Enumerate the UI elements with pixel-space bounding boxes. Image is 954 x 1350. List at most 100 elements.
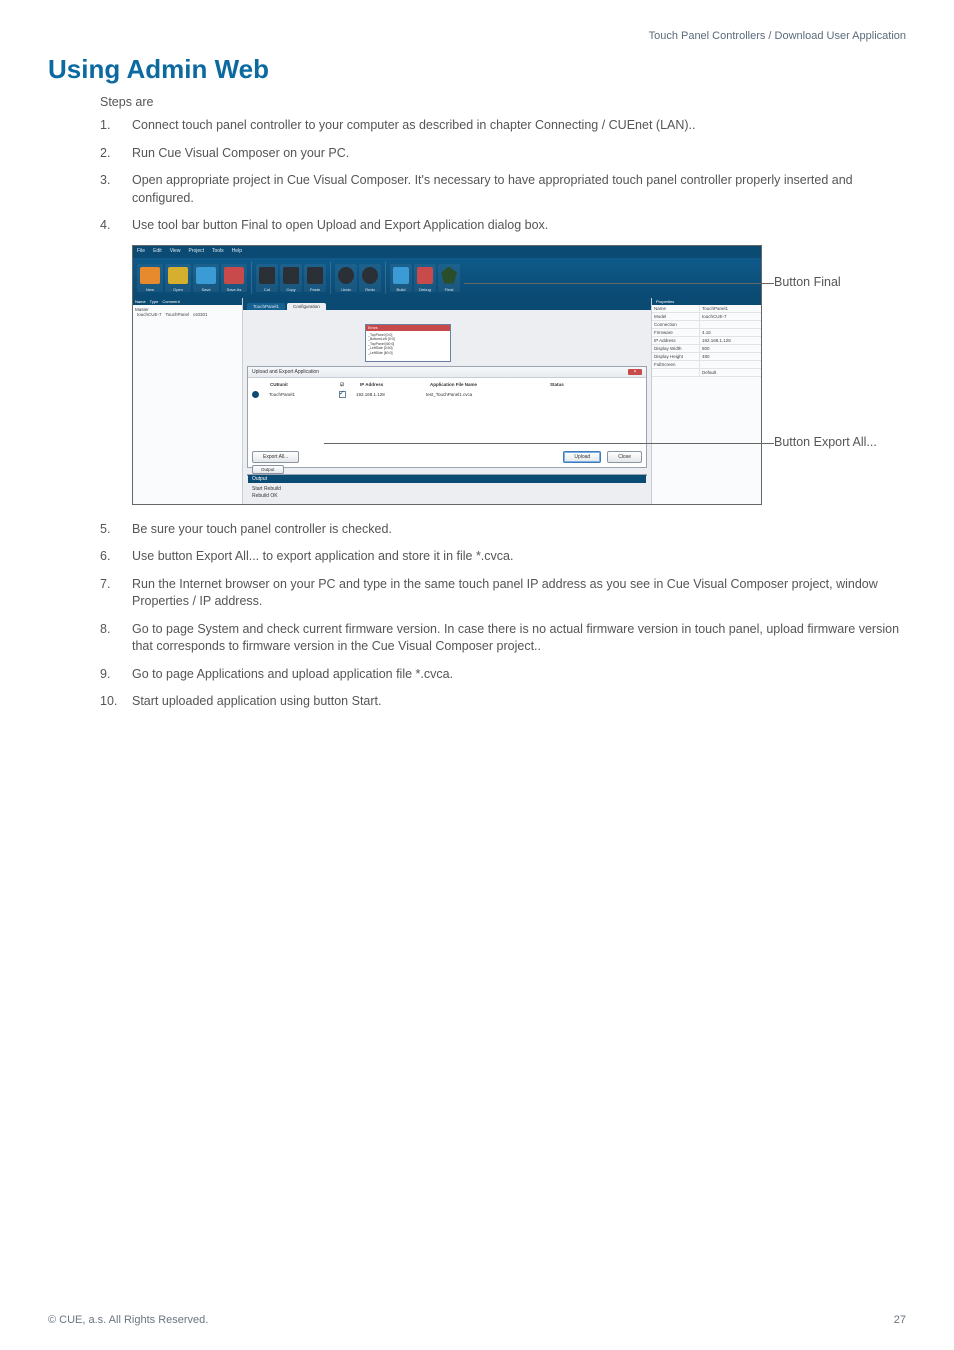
menu-view[interactable]: View	[170, 248, 181, 256]
final-button[interactable]: Final	[438, 264, 460, 292]
upload-button[interactable]: Upload	[563, 451, 601, 463]
debug-button[interactable]: Debug	[414, 264, 436, 292]
cut-button[interactable]: Cut	[256, 264, 278, 292]
step-6: 6.Use button Export All... to export app…	[100, 548, 906, 566]
menu-help[interactable]: Help	[232, 248, 242, 256]
property-value: touchCUE-7	[700, 313, 761, 320]
step-8: 8.Go to page System and check current fi…	[100, 621, 906, 656]
tree-col-name: Name	[135, 299, 146, 304]
footer-copyright: © CUE, a.s. All Rights Reserved.	[48, 1314, 208, 1326]
step-9: 9.Go to page Applications and upload app…	[100, 666, 906, 684]
step-text: Be sure your touch panel controller is c…	[132, 522, 392, 536]
property-key: Firmware	[652, 329, 700, 336]
property-value	[700, 321, 761, 328]
ribbon-toolbar: New Open Save Save As Cut Copy Paste Und…	[133, 258, 761, 298]
app-menubar: File Edit View Project Tools Help	[133, 246, 761, 258]
property-key	[652, 369, 700, 376]
upload-export-dialog: Upload and Export Application × CUEunit …	[247, 366, 647, 468]
undo-button[interactable]: Undo	[335, 264, 357, 292]
step-5: 5.Be sure your touch panel controller is…	[100, 521, 906, 539]
saveas-button[interactable]: Save As	[221, 264, 247, 292]
callout-final: Button Final	[774, 275, 841, 289]
property-row: Default	[652, 369, 761, 377]
menu-tools[interactable]: Tools	[212, 248, 224, 256]
property-value: Default	[700, 369, 761, 376]
properties-header: Properties	[652, 298, 761, 305]
copy-button[interactable]: Copy	[280, 264, 302, 292]
output-tab-button[interactable]: Output	[252, 465, 284, 474]
tree-node-type: TouchPanel	[166, 312, 190, 317]
property-key: Model	[652, 313, 700, 320]
unit-status-dot	[252, 391, 259, 398]
property-value: TouchPanel1	[700, 305, 761, 312]
tab-touchpanel[interactable]: TouchPanel1	[247, 303, 285, 310]
property-key: IP Address	[652, 337, 700, 344]
property-row: IP Address192.168.1.128	[652, 337, 761, 345]
menu-edit[interactable]: Edit	[153, 248, 162, 256]
step-text: Use button Export All... to export appli…	[132, 549, 513, 563]
step-text: Use tool bar button Final to open Upload…	[132, 218, 548, 232]
step-text: Run Cue Visual Composer on your PC.	[132, 146, 349, 160]
tree-col-comment: Comment	[162, 299, 179, 304]
tree-node-comment: cs0301	[193, 312, 208, 317]
property-value: 800	[700, 345, 761, 352]
callout-export-label: Button Export All...	[774, 435, 877, 449]
step-text: Go to page System and check current firm…	[132, 622, 899, 654]
step-1: 1.Connect touch panel controller to your…	[100, 117, 906, 135]
property-key: Display Width	[652, 345, 700, 352]
save-button[interactable]: Save	[193, 264, 219, 292]
step-text: Connect touch panel controller to your c…	[132, 118, 696, 132]
page-title: Using Admin Web	[48, 54, 906, 85]
tree-node-name[interactable]: touchCUE-7	[137, 312, 162, 317]
step-text: Start uploaded application using button …	[132, 694, 381, 708]
property-value: 4.16	[700, 329, 761, 336]
dialog-close-button[interactable]: ×	[628, 369, 642, 375]
paste-button[interactable]: Paste	[304, 264, 326, 292]
callout-export: Button Export All...	[774, 435, 877, 449]
breadcrumb: Touch Panel Controllers / Download User …	[48, 30, 906, 42]
property-value: 192.168.1.128	[700, 337, 761, 344]
step-2: 2.Run Cue Visual Composer on your PC.	[100, 145, 906, 163]
dialog-row-file: test_TouchPanel1.cvca	[426, 392, 536, 397]
open-button[interactable]: Open	[165, 264, 191, 292]
property-row: ModeltouchCUE-7	[652, 313, 761, 321]
screenshot-figure: File Edit View Project Tools Help New Op…	[132, 245, 762, 505]
property-row: Firmware4.16	[652, 329, 761, 337]
dialog-row-unit: TouchPanel1	[269, 392, 329, 397]
redo-button[interactable]: Redo	[359, 264, 381, 292]
export-all-button[interactable]: Export All...	[252, 451, 299, 463]
output-line: Start Rebuild	[252, 486, 642, 493]
new-button[interactable]: New	[137, 264, 163, 292]
callout-final-label: Button Final	[774, 275, 841, 289]
step-4: 4.Use tool bar button Final to open Uplo…	[100, 217, 906, 235]
property-key: Connection	[652, 321, 700, 328]
dialog-col-unit: CUEunit	[270, 382, 330, 387]
step-text: Open appropriate project in Cue Visual C…	[132, 173, 853, 205]
property-key: Name	[652, 305, 700, 312]
errors-window: Errors _TopPanel [0:0] _BottomLeft [0:0]…	[365, 324, 451, 362]
dialog-col-ip: IP Address	[360, 382, 420, 387]
project-tree-panel: Name Type Comment Master touchCUE-7 Touc…	[133, 298, 243, 505]
step-10: 10.Start uploaded application using butt…	[100, 693, 906, 711]
properties-panel: Properties NameTouchPanel1ModeltouchCUE-…	[651, 298, 761, 505]
unit-checkbox[interactable]	[339, 391, 346, 398]
step-3: 3.Open appropriate project in Cue Visual…	[100, 172, 906, 207]
close-button[interactable]: Close	[607, 451, 642, 463]
property-row: Connection	[652, 321, 761, 329]
property-key: Display Height	[652, 353, 700, 360]
dialog-col-status: Status	[550, 382, 564, 387]
property-row: Display Height480	[652, 353, 761, 361]
property-row: NameTouchPanel1	[652, 305, 761, 313]
dialog-row-ip: 192.168.1.128	[356, 392, 416, 397]
dialog-title: Upload and Export Application	[252, 369, 319, 375]
build-button[interactable]: Build	[390, 264, 412, 292]
menu-file[interactable]: File	[137, 248, 145, 256]
intro-text: Steps are	[100, 95, 906, 109]
output-title: Output	[248, 475, 646, 483]
tab-configuration[interactable]: Configuration	[287, 303, 326, 310]
property-row: FullScreen	[652, 361, 761, 369]
output-line: Rebuild OK	[252, 493, 642, 500]
menu-project[interactable]: Project	[188, 248, 204, 256]
step-7: 7.Run the Internet browser on your PC an…	[100, 576, 906, 611]
property-key: FullScreen	[652, 361, 700, 368]
